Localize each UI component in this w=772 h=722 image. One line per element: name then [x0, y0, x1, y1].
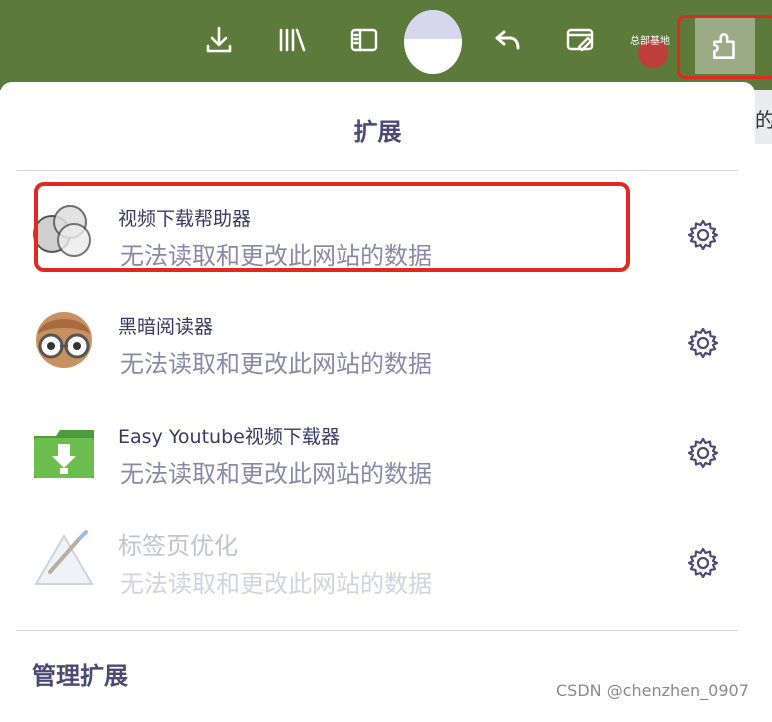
extension-name: Easy Youtube视频下载器 — [118, 426, 340, 448]
avatar — [404, 10, 462, 39]
extension-item-tab-optimizer[interactable]: 标签页优化 无法读取和更改此网站的数据 — [16, 512, 738, 612]
account-avatar-button[interactable] — [404, 10, 462, 74]
badge-label: 总部基地 — [630, 36, 670, 47]
divider — [16, 630, 738, 631]
undo-arrow-icon — [495, 30, 520, 50]
extension-name: 标签页优化 — [118, 532, 238, 560]
extension-item-dark-reader[interactable]: 黑暗阅读器 无法读取和更改此网站的数据 — [16, 292, 738, 392]
panel-title: 扩展 — [353, 118, 402, 146]
screenshot-button[interactable] — [558, 18, 602, 62]
gear-icon[interactable] — [686, 218, 720, 252]
sidebar-icon — [350, 28, 378, 52]
extension-highlight-box — [34, 182, 630, 272]
gear-icon[interactable] — [686, 436, 720, 470]
library-icon — [279, 28, 306, 52]
extension-permission: 无法读取和更改此网站的数据 — [120, 460, 432, 488]
divider — [16, 170, 738, 171]
browser-toolbar: 总部基地 — [0, 0, 772, 90]
extension-name: 黑暗阅读器 — [118, 316, 214, 338]
extension-permission: 无法读取和更改此网站的数据 — [120, 350, 432, 378]
extensions-panel: 扩展 视频下载帮助器 无法读取和更改此网站的数据 黑暗阅读器 无法读取和更改此网… — [0, 82, 755, 722]
page-edge-text: 的 — [755, 108, 772, 132]
download-icon — [206, 26, 232, 53]
gear-icon[interactable] — [686, 326, 720, 360]
extension-item-easy-youtube-downloader[interactable]: Easy Youtube视频下载器 无法读取和更改此网站的数据 — [16, 402, 738, 502]
watermark: CSDN @chenzhen_0907 — [556, 681, 749, 700]
gear-icon[interactable] — [686, 546, 720, 580]
sidebar-button[interactable] — [342, 18, 386, 62]
page-edge: 的 — [755, 90, 772, 710]
tab-optimizer-icon — [34, 530, 94, 585]
toolbar-highlight-box — [677, 15, 772, 79]
manage-extensions-link[interactable]: 管理扩展 — [32, 656, 128, 691]
library-button[interactable] — [270, 18, 314, 62]
easy-youtube-downloader-icon — [34, 430, 94, 478]
download-button[interactable] — [197, 18, 241, 62]
back-button[interactable] — [486, 18, 530, 62]
screenshot-edit-icon — [566, 28, 594, 52]
extension-permission: 无法读取和更改此网站的数据 — [120, 570, 432, 598]
dark-reader-icon — [36, 312, 92, 368]
